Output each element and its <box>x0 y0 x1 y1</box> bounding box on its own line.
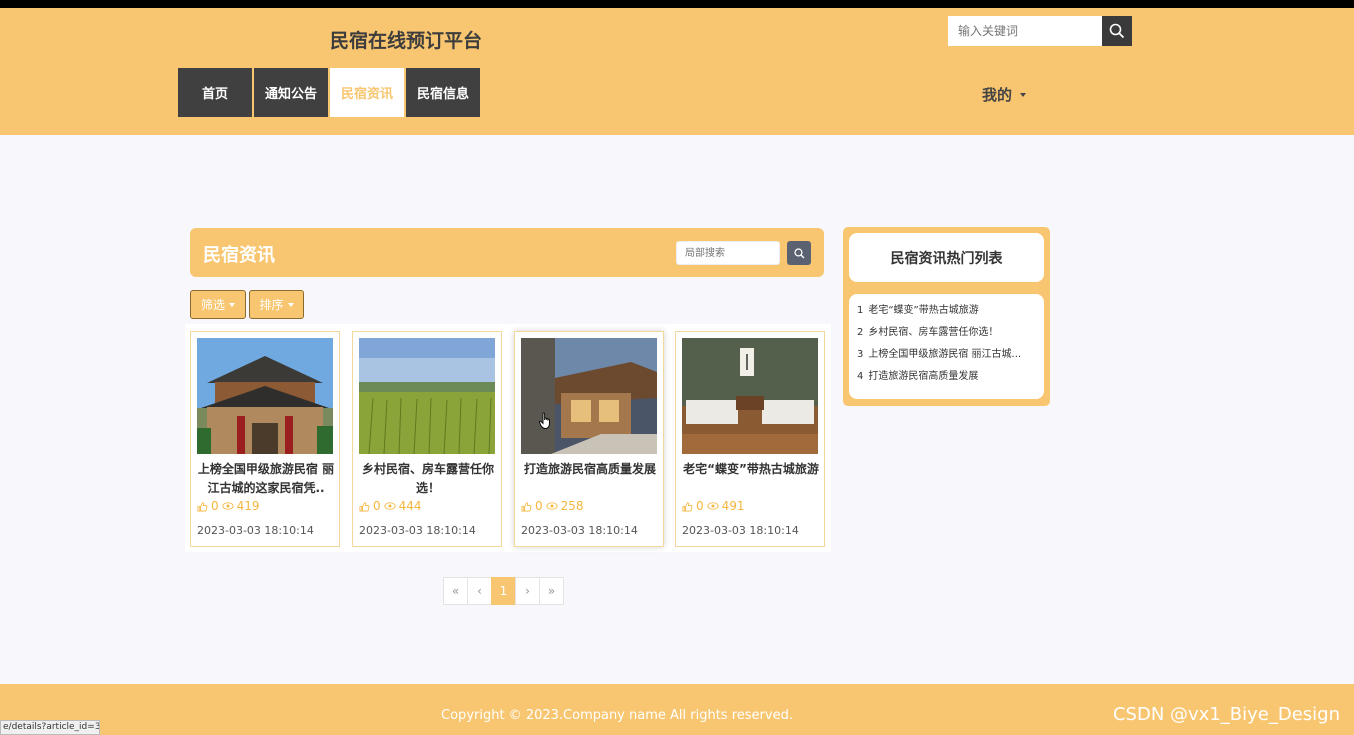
eye-icon <box>222 502 234 510</box>
hot-news-rank: 4 <box>857 371 864 382</box>
like-count: 0 <box>373 499 381 513</box>
view-count: 258 <box>560 499 584 513</box>
hot-news-item[interactable]: 2 乡村民宿、房车露营任你选！ <box>857 324 1036 346</box>
thumbs-up-icon[interactable] <box>521 501 532 512</box>
page-prev-button[interactable]: ‹ <box>467 577 492 605</box>
filter-button[interactable]: 筛选 <box>190 290 246 319</box>
sort-button[interactable]: 排序 <box>249 290 304 319</box>
news-card[interactable]: 打造旅游民宿高质量发展 0 258 2023-03-03 18:10:14 <box>514 331 664 547</box>
hot-news-link[interactable]: 老宅“蝶变”带热古城旅游 <box>868 305 978 316</box>
hot-news-item[interactable]: 1 老宅“蝶变”带热古城旅游 <box>857 302 1036 324</box>
chevron-down-icon <box>287 302 294 307</box>
card-stats: 0 419 <box>197 499 260 513</box>
local-search-button[interactable] <box>787 241 811 265</box>
hot-news-link[interactable]: 上榜全国甲级旅游民宿 丽江古城... <box>868 349 1021 360</box>
search-icon <box>793 247 804 258</box>
watermark-text: CSDN @vx1_Biye_Design <box>1112 704 1340 725</box>
like-count: 0 <box>211 499 219 513</box>
hand-cursor-icon <box>539 412 550 429</box>
thumbs-up-icon[interactable] <box>359 501 370 512</box>
pagination: « ‹ 1 › » <box>443 577 564 605</box>
card-title[interactable]: 打造旅游民宿高质量发展 <box>521 460 659 498</box>
nav-notices[interactable]: 通知公告 <box>254 68 328 117</box>
chevron-down-icon <box>1020 92 1027 97</box>
chevron-down-icon <box>229 302 235 307</box>
sort-label: 排序 <box>259 298 284 312</box>
page-next-button[interactable]: › <box>515 577 540 605</box>
hot-news-title: 民宿资讯热门列表 <box>849 233 1044 282</box>
nav-homestays[interactable]: 民宿信息 <box>406 68 480 117</box>
search-icon <box>1109 23 1125 39</box>
card-title[interactable]: 老宅“蝶变”带热古城旅游 <box>682 460 820 498</box>
page-last-button[interactable]: » <box>539 577 564 605</box>
eye-icon <box>707 502 719 510</box>
card-stats: 0 444 <box>359 499 422 513</box>
browser-status-url: e/details?article_id=3 <box>0 720 100 735</box>
mine-label: 我的 <box>982 86 1013 104</box>
thumbs-up-icon[interactable] <box>682 501 693 512</box>
news-card[interactable]: 老宅“蝶变”带热古城旅游 0 491 2023-03-03 18:10:14 <box>675 331 825 547</box>
hot-news-rank: 3 <box>857 349 864 360</box>
local-search-input[interactable] <box>676 241 780 265</box>
hot-news-link[interactable]: 打造旅游民宿高质量发展 <box>868 371 978 382</box>
card-date: 2023-03-03 18:10:14 <box>359 524 476 537</box>
copyright-text: Copyright © 2023.Company name All rights… <box>441 708 793 723</box>
mine-dropdown[interactable]: 我的 <box>982 84 1027 105</box>
like-count: 0 <box>696 499 704 513</box>
site-header: 民宿在线预订平台 首页 通知公告 民宿资讯 民宿信息 我的 <box>0 8 1354 135</box>
card-stats: 0 491 <box>682 499 745 513</box>
card-image[interactable] <box>682 338 818 454</box>
news-card[interactable]: 乡村民宿、房车露营任你选！ 0 444 2023-03-03 18:10:14 <box>352 331 502 547</box>
window-top-edge <box>0 0 1354 8</box>
view-count: 419 <box>236 499 260 513</box>
nav-home[interactable]: 首页 <box>178 68 252 117</box>
eye-icon <box>546 502 558 510</box>
site-footer: Copyright © 2023.Company name All rights… <box>0 684 1354 735</box>
view-count: 444 <box>398 499 422 513</box>
hot-news-item[interactable]: 3 上榜全国甲级旅游民宿 丽江古城... <box>857 346 1036 368</box>
hot-news-item[interactable]: 4 打造旅游民宿高质量发展 <box>857 368 1036 390</box>
card-stats: 0 258 <box>521 499 584 513</box>
view-count: 491 <box>721 499 745 513</box>
news-card[interactable]: 上榜全国甲级旅游民宿 丽江古城的这家民宿凭.. 0 419 2023-03-03… <box>190 331 340 547</box>
card-image[interactable] <box>521 338 657 454</box>
search-input[interactable] <box>948 16 1102 46</box>
site-title: 民宿在线预订平台 <box>330 30 483 52</box>
card-date: 2023-03-03 18:10:14 <box>521 524 638 537</box>
eye-icon <box>384 502 396 510</box>
hot-news-link[interactable]: 乡村民宿、房车露营任你选！ <box>868 327 998 338</box>
page-current-button[interactable]: 1 <box>491 577 516 605</box>
card-title[interactable]: 上榜全国甲级旅游民宿 丽江古城的这家民宿凭.. <box>197 460 335 498</box>
card-image[interactable] <box>359 338 495 454</box>
hot-news-list: 1 老宅“蝶变”带热古城旅游 2 乡村民宿、房车露营任你选！ 3 上榜全国甲级旅游民宿… <box>849 294 1044 399</box>
news-header-bar: 民宿资讯 <box>190 228 824 277</box>
like-count: 0 <box>535 499 543 513</box>
card-image[interactable] <box>197 338 333 454</box>
hot-news-rank: 1 <box>857 305 864 316</box>
thumbs-up-icon[interactable] <box>197 501 208 512</box>
card-date: 2023-03-03 18:10:14 <box>682 524 799 537</box>
filter-label: 筛选 <box>200 298 225 312</box>
page-first-button[interactable]: « <box>443 577 468 605</box>
nav-news[interactable]: 民宿资讯 <box>330 68 404 117</box>
main-nav: 首页 通知公告 民宿资讯 民宿信息 <box>178 68 482 117</box>
news-title: 民宿资讯 <box>203 245 275 266</box>
search-button[interactable] <box>1102 16 1132 46</box>
card-title[interactable]: 乡村民宿、房车露营任你选！ <box>359 460 497 498</box>
hot-news-rank: 2 <box>857 327 864 338</box>
card-date: 2023-03-03 18:10:14 <box>197 524 314 537</box>
hot-news-panel: 民宿资讯热门列表 1 老宅“蝶变”带热古城旅游 2 乡村民宿、房车露营任你选！ 3上… <box>843 227 1050 406</box>
